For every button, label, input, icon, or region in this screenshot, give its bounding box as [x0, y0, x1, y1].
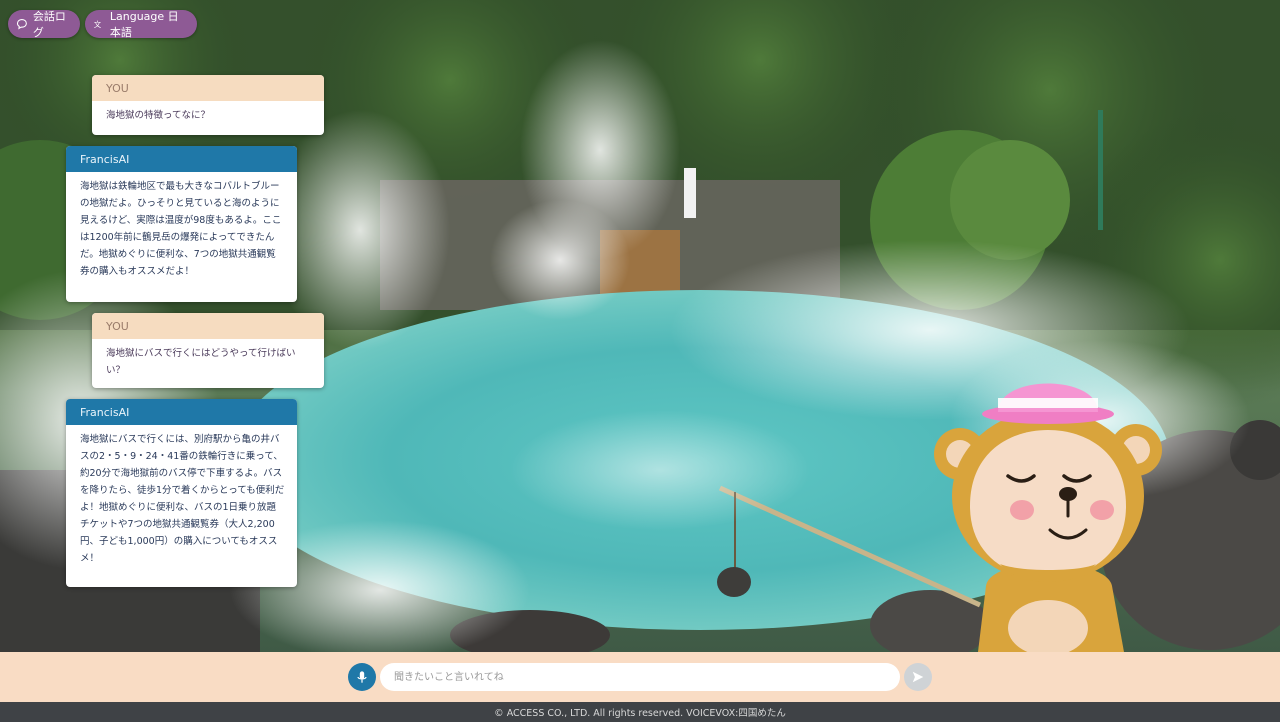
footer: © ACCESS CO., LTD. All rights reserved. …	[0, 702, 1280, 722]
copyright-text: © ACCESS CO., LTD. All rights reserved. …	[494, 708, 786, 719]
language-button[interactable]: 文 Language 日本語	[85, 10, 197, 39]
chat-message-user: YOU 海地獄の特徴ってなに？	[92, 75, 324, 135]
translate-icon: 文	[94, 19, 102, 29]
microphone-icon	[357, 671, 367, 683]
send-arrow-icon	[912, 671, 924, 683]
conversation-log-button[interactable]: 会話ログ	[8, 10, 80, 39]
speaker-label: FrancisAI	[66, 146, 297, 172]
speaker-label: YOU	[92, 313, 324, 339]
send-button[interactable]	[904, 663, 932, 691]
message-text: 海地獄の特徴ってなに？	[106, 110, 211, 121]
chat-message-user: YOU 海地獄にバスで行くにはどうやって行けばいい？	[92, 313, 324, 388]
chat-message-ai: FrancisAI 海地獄は鉄輪地区で最も大きなコバルトブルーの地獄だよ。ひっそ…	[66, 146, 297, 302]
message-text: 海地獄にバスで行くには、別府駅から亀の井バスの2・5・9・24・41番の鉄輪行き…	[80, 434, 285, 564]
language-label: Language 日本語	[109, 10, 179, 39]
chat-input[interactable]	[380, 663, 900, 691]
monkey-mascot	[934, 383, 1162, 652]
speaker-label: YOU	[92, 75, 324, 101]
conversation-log-label: 会話ログ	[32, 10, 66, 39]
message-text: 海地獄にバスで行くにはどうやって行けばいい？	[106, 348, 296, 376]
message-text: 海地獄は鉄輪地区で最も大きなコバルトブルーの地獄だよ。ひっそりと見ていると海のよ…	[80, 181, 282, 277]
chat-bubble-icon	[16, 19, 27, 30]
svg-text:文: 文	[94, 19, 102, 29]
chat-message-ai: FrancisAI 海地獄にバスで行くには、別府駅から亀の井バスの2・5・9・2…	[66, 399, 297, 587]
speaker-label: FrancisAI	[66, 399, 297, 425]
microphone-button[interactable]	[348, 663, 376, 691]
